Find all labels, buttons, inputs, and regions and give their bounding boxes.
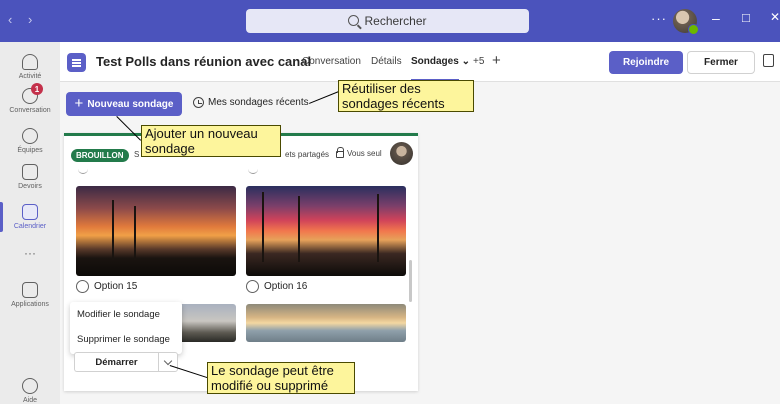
rail-item-help[interactable]: Aide — [0, 378, 60, 404]
join-button[interactable]: Rejoindre — [609, 51, 683, 74]
title-bar: ‹ › Rechercher ··· – □ ✕ — [0, 0, 780, 42]
card-subtitle: S — [134, 150, 140, 159]
close-meeting-button[interactable]: Fermer — [687, 51, 755, 74]
shared-label: ets partagés — [285, 150, 330, 159]
help-icon — [22, 378, 38, 394]
rail-label: Équipes — [17, 147, 43, 154]
tab-polls[interactable]: Sondages ⌄ — [411, 56, 470, 67]
rail-item-teams[interactable]: Équipes — [0, 128, 60, 154]
edit-poll-menu-item[interactable]: Modifier le sondage — [77, 309, 160, 320]
calendar-icon — [22, 204, 38, 220]
rail-label: Calendrier — [13, 223, 47, 230]
channel-title: Test Polls dans réunion avec canal — [96, 54, 312, 69]
option-image[interactable] — [246, 186, 406, 276]
callout-leader — [309, 91, 340, 104]
callout-edit: Le sondage peut être modifié ou supprimé — [207, 362, 355, 394]
more-apps-icon: ··· — [24, 246, 36, 260]
close-window-button[interactable]: ✕ — [770, 10, 780, 24]
history-icon — [193, 97, 204, 108]
forward-arrow-icon[interactable]: › — [28, 12, 38, 27]
radio-button[interactable] — [76, 280, 89, 293]
rail-label: Conversation — [9, 107, 51, 114]
apps-grid-icon — [22, 282, 38, 298]
new-poll-button[interactable]: + Nouveau sondage — [66, 92, 182, 116]
user-avatar[interactable] — [673, 9, 699, 35]
rail-item-assignments[interactable]: Devoirs — [0, 164, 60, 190]
author-avatar — [390, 142, 413, 165]
search-box[interactable]: Rechercher — [246, 9, 529, 33]
card-scrollbar[interactable] — [409, 260, 412, 302]
status-badge: BROUILLON — [71, 149, 129, 162]
rail-item-apps[interactable]: Applications — [0, 282, 60, 308]
poll-option[interactable]: Option 15 — [76, 280, 137, 293]
backpack-icon — [22, 164, 38, 180]
channel-icon — [67, 53, 86, 72]
callout-new: Ajouter un nouveau sondage — [141, 125, 281, 157]
rail-label: Applications — [11, 301, 49, 308]
history-navigation: ‹ › — [8, 12, 38, 27]
radio-peek — [248, 169, 258, 174]
chevron-down-icon[interactable] — [158, 352, 178, 372]
rail-label: Activité — [18, 73, 42, 80]
poll-option[interactable]: Option 16 — [246, 280, 307, 293]
option-image[interactable] — [76, 186, 236, 276]
visibility-label: Vous seul — [336, 147, 382, 158]
plus-icon: + — [74, 94, 84, 112]
notification-badge: 1 — [31, 83, 43, 95]
recent-polls-button[interactable]: Mes sondages récents — [193, 97, 309, 108]
recent-polls-label: Mes sondages récents — [208, 97, 309, 108]
radio-peek — [78, 169, 88, 174]
start-poll-button[interactable]: Démarrer — [74, 352, 158, 372]
app-rail: Activité 1 Conversation Équipes Devoirs … — [0, 42, 60, 404]
channel-header: Test Polls dans réunion avec canal Conve… — [60, 42, 780, 82]
maximize-button[interactable]: □ — [742, 10, 750, 25]
tab-details[interactable]: Détails — [371, 56, 402, 67]
side-panel-icon[interactable] — [763, 54, 774, 67]
callout-recent: Réutiliser des sondages récents — [338, 80, 474, 112]
rail-label: Aide — [22, 397, 37, 404]
teams-icon — [22, 128, 38, 144]
rail-item-activity[interactable]: Activité — [0, 54, 60, 80]
tab-more[interactable]: +5 — [473, 56, 484, 67]
add-tab-button[interactable]: + — [492, 52, 501, 69]
delete-poll-menu-item[interactable]: Supprimer le sondage — [77, 334, 170, 345]
rail-label: Devoirs — [18, 183, 42, 190]
bell-icon — [22, 54, 38, 70]
poll-context-menu: Modifier le sondage Supprimer le sondage — [70, 302, 182, 354]
rail-item-conversation[interactable]: 1 Conversation — [0, 83, 60, 114]
lock-icon — [336, 147, 344, 158]
search-icon — [348, 15, 360, 26]
more-options-button[interactable]: ··· — [651, 11, 667, 26]
rail-item-more[interactable]: ··· — [0, 246, 60, 260]
chat-icon: 1 — [22, 83, 43, 104]
rail-item-calendar[interactable]: Calendrier — [0, 204, 60, 230]
new-poll-label: Nouveau sondage — [87, 98, 174, 110]
tab-conversation[interactable]: Conversation — [302, 56, 361, 67]
back-arrow-icon[interactable]: ‹ — [8, 12, 18, 27]
option-image[interactable] — [246, 304, 406, 342]
minimize-button[interactable]: – — [712, 10, 720, 26]
radio-button[interactable] — [246, 280, 259, 293]
search-placeholder: Rechercher — [364, 14, 427, 28]
